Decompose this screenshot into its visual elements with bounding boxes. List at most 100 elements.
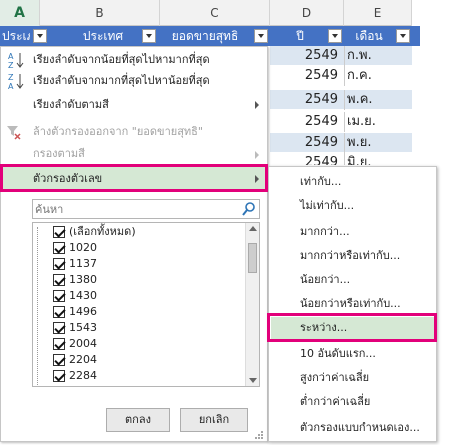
scrollbar[interactable] (245, 223, 259, 386)
cell-month: ก.ค. (344, 66, 412, 86)
list-item[interactable]: 2204 (53, 352, 97, 368)
list-item-label: 1496 (69, 305, 97, 318)
list-item-label: (เลือกทั้งหมด) (69, 225, 136, 238)
search-input[interactable] (35, 201, 235, 217)
table-row[interactable]: 2549 ก.พ. (270, 46, 412, 66)
list-item[interactable]: 1137 (53, 256, 97, 272)
filter-dropdown-type[interactable] (33, 29, 47, 43)
list-item[interactable]: 1380 (53, 272, 97, 288)
highlight-number-filters (0, 164, 268, 192)
table-row[interactable]: 2549 เม.ย. (270, 112, 412, 132)
checkbox[interactable] (53, 338, 65, 350)
table-header-row: ประเภท ประเทศ ยอดขายสุทธิ ปี เดือน (0, 26, 420, 46)
table-row[interactable]: 2549 มิ.ย. (270, 153, 412, 166)
list-item[interactable]: (เลือกทั้งหมด) (53, 224, 136, 240)
list-item[interactable]: 1020 (53, 240, 97, 256)
submenu-above-average[interactable]: สูงกว่าค่าเฉลี่ย (300, 368, 369, 388)
list-item-label: 2204 (69, 353, 97, 366)
sort-ascending-icon: AZ (7, 51, 25, 70)
list-item-label: 2284 (69, 369, 97, 382)
checkbox[interactable] (53, 370, 65, 382)
column-c-header[interactable]: C (160, 0, 270, 26)
list-item-label: 2004 (69, 337, 97, 350)
submenu-not-equals[interactable]: ไม่เท่ากับ... (300, 196, 354, 216)
value-list: (เลือกทั้งหมด) 1020 1137 1380 1430 1496 … (32, 222, 260, 387)
list-item[interactable]: 1430 (53, 288, 97, 304)
list-item[interactable]: 2284 (53, 368, 97, 384)
column-header-bar: A B C D E (0, 0, 450, 26)
checkbox[interactable] (53, 274, 65, 286)
number-filters-submenu: เท่ากับ... ไม่เท่ากับ... มากกว่า... มากก… (268, 166, 437, 442)
search-box[interactable] (32, 199, 260, 219)
list-item-label: 1430 (69, 289, 97, 302)
list-item-label: 1380 (69, 273, 97, 286)
column-e-header[interactable]: E (344, 0, 412, 26)
cell-month: มิ.ย. (344, 153, 412, 165)
clear-filter-icon (6, 124, 22, 140)
scroll-down-icon[interactable] (249, 378, 257, 383)
header-month: เดือน (355, 29, 383, 43)
search-icon (242, 202, 256, 216)
submenu-below-average[interactable]: ต่ำกว่าค่าเฉลี่ย (300, 392, 370, 412)
scroll-thumb[interactable] (248, 243, 257, 273)
svg-text:Z: Z (8, 61, 14, 69)
cell-year: 2549 (304, 68, 338, 83)
chevron-right-icon (255, 151, 259, 159)
sort-descending-item[interactable]: เรียงลำดับจากมากที่สุดไปหาน้อยที่สุด (33, 71, 210, 91)
submenu-less-equal[interactable]: น้อยกว่าหรือเท่ากับ... (300, 294, 401, 314)
list-item[interactable]: 2004 (53, 336, 97, 352)
cancel-button[interactable]: ยกเลิก (180, 408, 248, 432)
scroll-up-icon[interactable] (249, 226, 257, 231)
filter-by-color-item[interactable]: กรองตามสี (33, 144, 85, 164)
list-item[interactable]: 1543 (53, 320, 97, 336)
list-item-label: 2322 (69, 385, 97, 386)
column-b-header[interactable]: B (40, 0, 160, 26)
header-year: ปี (296, 29, 304, 43)
checkbox[interactable] (53, 322, 65, 334)
header-type: ประเภท (2, 29, 30, 43)
cell-year: 2549 (304, 135, 338, 150)
table-row[interactable]: 2549 ก.ค. (270, 66, 412, 86)
submenu-greater-than[interactable]: มากกว่า... (300, 222, 350, 242)
filter-dropdown-net-sales[interactable] (254, 29, 268, 43)
filter-dropdown-country[interactable] (142, 29, 156, 43)
list-item-label: 1020 (69, 241, 97, 254)
submenu-less-than[interactable]: น้อยกว่า... (300, 270, 350, 290)
resize-grip-icon[interactable] (254, 430, 264, 440)
checkbox[interactable] (53, 306, 65, 318)
cell-year: 2549 (304, 48, 338, 63)
submenu-custom-filter[interactable]: ตัวกรองแบบกำหนดเอง... (300, 418, 420, 438)
submenu-top-10[interactable]: 10 อันดับแรก... (300, 344, 376, 364)
checkbox[interactable] (53, 354, 65, 366)
checkbox[interactable] (53, 226, 65, 238)
cell-year: 2549 (304, 114, 338, 129)
submenu-greater-equal[interactable]: มากกว่าหรือเท่ากับ... (300, 246, 400, 266)
submenu-equals[interactable]: เท่ากับ... (300, 172, 341, 192)
cell-month: ก.พ. (344, 46, 412, 66)
svg-text:A: A (8, 82, 14, 90)
ok-button[interactable]: ตกลง (106, 408, 170, 432)
blank-area (412, 0, 450, 26)
sort-ascending-item[interactable]: เรียงลำดับจากน้อยที่สุดไปหามากที่สุด (33, 50, 210, 70)
list-item[interactable]: 2322 (53, 384, 97, 387)
list-item-label: 1543 (69, 321, 97, 334)
sort-by-color-item[interactable]: เรียงลำดับตามสี (33, 95, 109, 115)
table-row[interactable]: 2549 พ.ค. (270, 90, 412, 110)
list-item-label: 1137 (69, 257, 97, 270)
table-row[interactable]: 2549 พ.ย. (270, 133, 412, 153)
checkbox[interactable] (53, 386, 65, 387)
filter-dropdown-year[interactable] (328, 29, 342, 43)
chevron-right-icon (255, 101, 259, 109)
checkbox[interactable] (53, 290, 65, 302)
cell-year: 2549 (304, 92, 338, 107)
clear-filter-item[interactable]: ล้างตัวกรองออกจาก "ยอดขายสุทธิ" (33, 122, 203, 142)
checkbox[interactable] (53, 242, 65, 254)
checkbox[interactable] (53, 258, 65, 270)
list-item[interactable]: 1496 (53, 304, 97, 320)
highlight-between (267, 313, 437, 342)
filter-dropdown-month[interactable] (396, 29, 410, 43)
column-d-header[interactable]: D (270, 0, 344, 26)
svg-text:A: A (8, 52, 14, 61)
cell-month: พ.ค. (344, 90, 412, 110)
column-a-header[interactable]: A (0, 0, 40, 26)
